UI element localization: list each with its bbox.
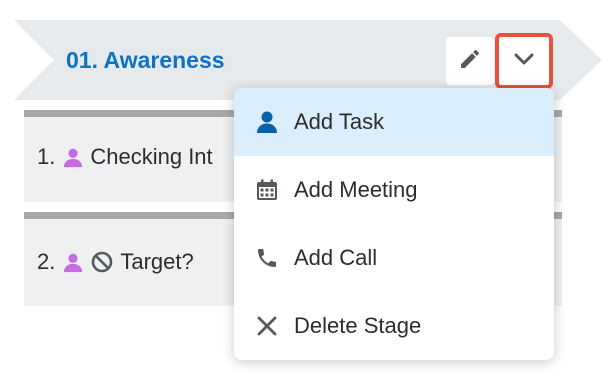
chevron-down-icon bbox=[513, 52, 535, 71]
menu-item-delete-stage[interactable]: Delete Stage bbox=[234, 292, 554, 360]
person-icon bbox=[254, 109, 280, 135]
menu-item-label: Delete Stage bbox=[294, 313, 422, 338]
menu-item-add-call[interactable]: Add Call bbox=[234, 224, 554, 292]
close-icon bbox=[254, 313, 280, 339]
task-number: 1. bbox=[37, 144, 56, 169]
phone-icon bbox=[254, 245, 280, 271]
menu-item-add-task[interactable]: Add Task bbox=[234, 88, 554, 156]
blocked-icon bbox=[90, 250, 114, 274]
stage-actions-dropdown-button[interactable] bbox=[495, 33, 553, 89]
task-number: 2. bbox=[37, 249, 56, 274]
calendar-icon bbox=[254, 177, 280, 203]
task-title[interactable]: Checking Int bbox=[90, 144, 212, 170]
pencil-icon bbox=[458, 47, 482, 76]
edit-stage-button[interactable] bbox=[446, 37, 494, 85]
menu-item-label: Add Call bbox=[294, 245, 378, 270]
menu-item-label: Add Task bbox=[294, 109, 385, 134]
task-title[interactable]: Target? bbox=[120, 249, 193, 275]
stage-actions-menu: Add Task Add Meeting Add Call Delete Sta… bbox=[234, 88, 554, 360]
stage-title[interactable]: 01. Awareness bbox=[66, 47, 225, 74]
person-icon bbox=[62, 146, 84, 168]
menu-item-label: Add Meeting bbox=[294, 177, 418, 202]
menu-item-add-meeting[interactable]: Add Meeting bbox=[234, 156, 554, 224]
person-icon bbox=[62, 251, 84, 273]
